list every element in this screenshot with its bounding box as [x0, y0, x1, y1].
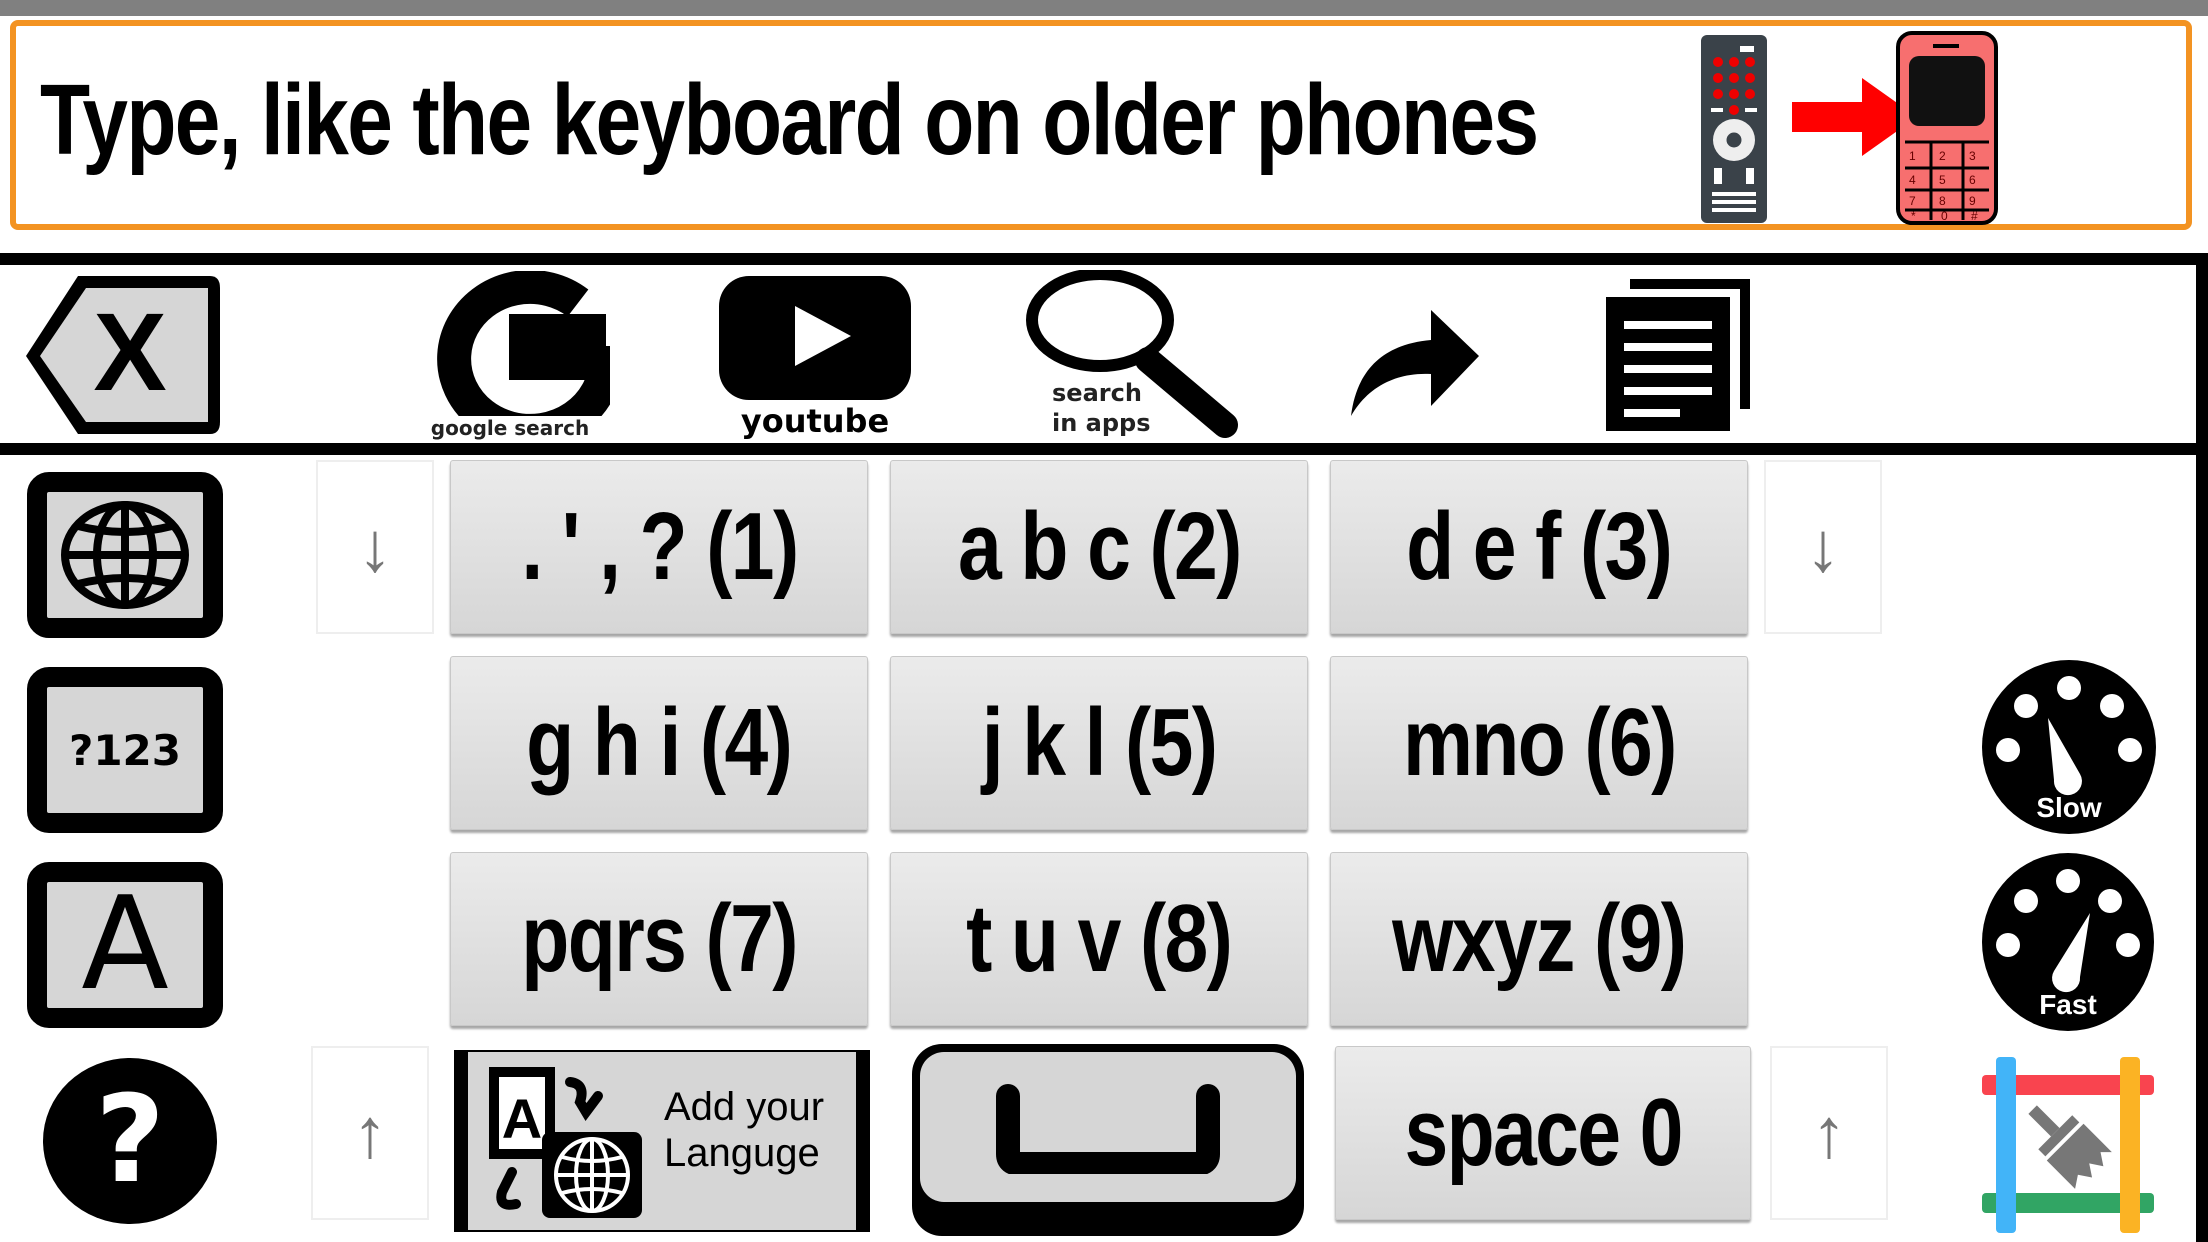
key-8[interactable]: t u v (8)	[890, 852, 1308, 1026]
language-globe-button[interactable]	[27, 472, 223, 638]
svg-text:8: 8	[1939, 194, 1946, 208]
youtube-button[interactable]: youtube	[715, 268, 915, 440]
key-4[interactable]: g h i (4)	[450, 656, 868, 830]
share-arrow-icon	[1351, 310, 1479, 416]
key-label: d e f (3)	[1406, 493, 1673, 600]
fast-label: Fast	[2039, 989, 2097, 1020]
translate-icon: A	[489, 1067, 642, 1218]
youtube-label: youtube	[740, 402, 890, 440]
numbers-label: ?123	[68, 725, 182, 775]
svg-text:*: *	[1911, 209, 1916, 223]
svg-text:X: X	[93, 291, 166, 414]
clear-text-button[interactable]	[1978, 1055, 2158, 1235]
copy-button[interactable]	[1600, 275, 1750, 435]
add-language-line2: Languge	[664, 1131, 820, 1175]
svg-text:#: #	[1971, 209, 1978, 223]
backspace-button[interactable]: X	[20, 270, 220, 440]
letters-button[interactable]: A	[27, 862, 223, 1028]
svg-text:4: 4	[1909, 173, 1916, 187]
key-2[interactable]: a b c (2)	[890, 460, 1308, 634]
arrow-up-icon: ↑	[1811, 1094, 1847, 1172]
svg-text:6: 6	[1969, 173, 1976, 187]
search-in-apps-button[interactable]: search in apps	[1020, 270, 1250, 440]
numbers-symbols-button[interactable]: ?123	[27, 667, 223, 833]
svg-text:2: 2	[1939, 149, 1946, 163]
add-language-line1: Add your	[664, 1085, 825, 1129]
right-border	[2196, 253, 2208, 1242]
key-3[interactable]: d e f (3)	[1330, 460, 1748, 634]
add-language-button[interactable]: A Add your Languge	[454, 1050, 870, 1232]
svg-text:9: 9	[1969, 194, 1976, 208]
key-7[interactable]: pqrs (7)	[450, 852, 868, 1026]
clear-brush-icon	[1982, 1057, 2154, 1233]
svg-text:1: 1	[1909, 149, 1916, 163]
arrow-down-icon: ↓	[1805, 508, 1841, 586]
key-label: a b c (2)	[957, 493, 1242, 600]
google-g-icon	[437, 271, 610, 416]
space-bar-button[interactable]	[912, 1044, 1304, 1236]
key-label: g h i (4)	[526, 689, 793, 796]
scroll-up-left-button[interactable]: ↑	[311, 1046, 429, 1220]
space-bar-icon	[996, 1084, 1220, 1174]
svg-text:5: 5	[1939, 173, 1946, 187]
letter-label: A	[81, 870, 169, 1019]
scroll-up-right-button[interactable]: ↑	[1770, 1046, 1888, 1220]
space-zero-key[interactable]: space 0	[1335, 1046, 1751, 1220]
key-6[interactable]: mno (6)	[1330, 656, 1748, 830]
key-label: space 0	[1404, 1079, 1683, 1186]
arrow-up-icon: ↑	[352, 1094, 388, 1172]
key-label: . ' , ? (1)	[520, 493, 799, 600]
google-search-button[interactable]: google search	[405, 268, 615, 440]
key-label: j k l (5)	[981, 689, 1218, 796]
help-button[interactable]: ?	[43, 1058, 217, 1224]
feature-phone-icon: 1 2 3 4 5 6 7 8 9 * 0 #	[1896, 31, 1998, 225]
key-1[interactable]: . ' , ? (1)	[450, 460, 868, 634]
key-label: t u v (8)	[966, 885, 1233, 992]
divider	[0, 253, 2200, 265]
svg-text:A: A	[502, 1087, 542, 1150]
divider	[0, 443, 2200, 455]
key-5[interactable]: j k l (5)	[890, 656, 1308, 830]
key-label: pqrs (7)	[521, 885, 798, 992]
key-label: mno (6)	[1402, 689, 1677, 796]
tv-remote-icon	[1701, 35, 1767, 223]
globe-icon	[61, 501, 189, 609]
scroll-down-left-button[interactable]: ↓	[316, 460, 434, 634]
key-9[interactable]: wxyz (9)	[1330, 852, 1748, 1026]
copy-documents-icon	[1606, 279, 1750, 431]
fast-speed-button[interactable]: Fast	[1982, 853, 2154, 1031]
arrow-down-icon: ↓	[357, 508, 393, 586]
svg-text:7: 7	[1909, 194, 1916, 208]
key-label: wxyz (9)	[1392, 885, 1687, 992]
search-apps-label-line2: in apps	[1052, 409, 1151, 437]
google-search-label: google search	[430, 416, 590, 440]
svg-text:3: 3	[1969, 149, 1976, 163]
help-icon: ?	[95, 1071, 165, 1210]
backspace-icon: X	[26, 276, 220, 434]
youtube-play-icon	[719, 276, 911, 400]
share-button[interactable]	[1345, 300, 1485, 420]
banner-title: Type, like the keyboard on older phones	[40, 64, 1539, 176]
slow-label: Slow	[2036, 792, 2102, 823]
svg-text:0: 0	[1941, 209, 1948, 223]
search-apps-label-line1: search	[1052, 379, 1142, 407]
slow-speed-button[interactable]: Slow	[1982, 660, 2156, 834]
status-strip	[0, 0, 2208, 16]
scroll-down-right-button[interactable]: ↓	[1764, 460, 1882, 634]
